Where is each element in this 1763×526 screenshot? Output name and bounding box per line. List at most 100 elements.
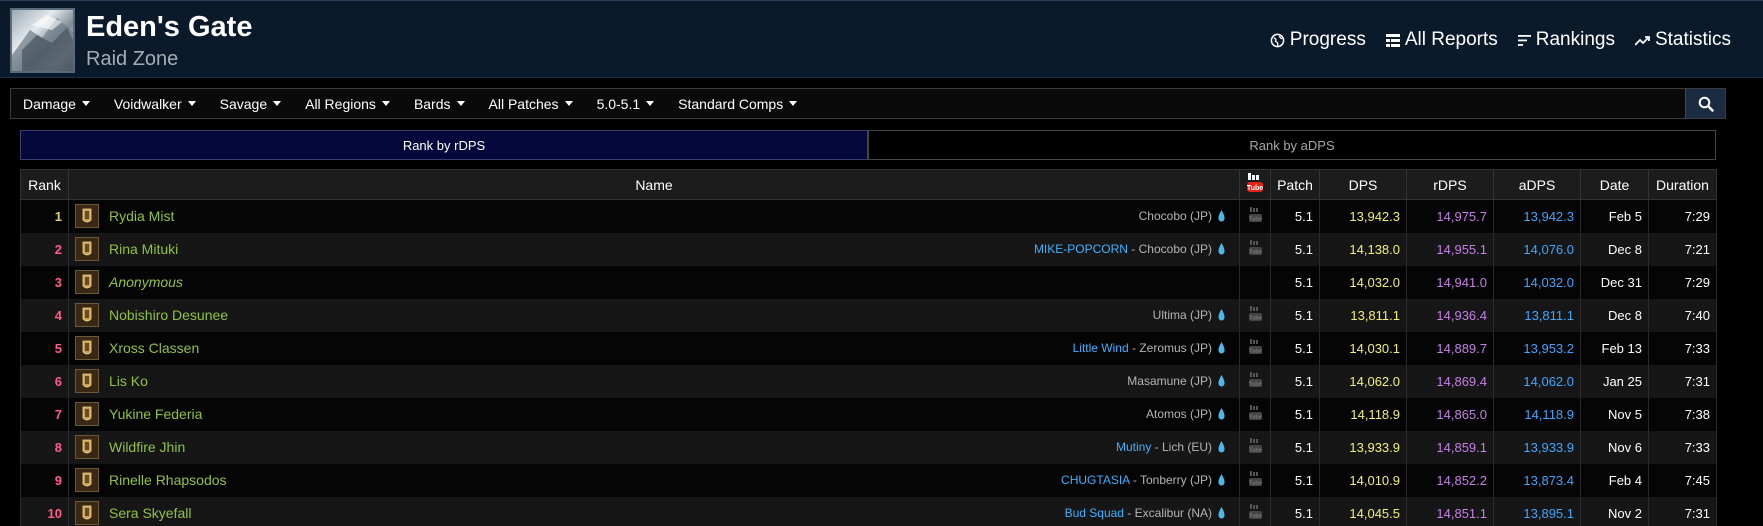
youtube-icon[interactable]: Tube — [1248, 206, 1262, 223]
rdps-cell: 14,869.4 — [1406, 364, 1494, 398]
fc-link[interactable]: Mutiny — [1116, 440, 1151, 454]
name-cell[interactable]: Wildfire Jhin Mutiny - Lich (EU) — [68, 430, 1240, 464]
fc-link[interactable]: MIKE-POPCORN — [1034, 242, 1128, 256]
player-name-link[interactable]: Wildfire Jhin — [109, 439, 185, 455]
table-row[interactable]: 8 Wildfire Jhin Mutiny - Lich (EU) Tube 5.1 1… — [20, 430, 1717, 464]
youtube-icon[interactable]: Tube — [1248, 305, 1262, 322]
chevron-down-icon — [81, 101, 90, 106]
adps-cell: 14,032.0 — [1493, 265, 1581, 299]
column-header-patch[interactable]: Patch — [1270, 169, 1320, 200]
top-nav: Progress All Reports Rankings Statistics — [1270, 29, 1731, 51]
fc-link[interactable]: Little Wind — [1073, 341, 1129, 355]
name-cell[interactable]: Xross Classen Little Wind - Zeromus (JP) — [68, 331, 1240, 365]
table-row[interactable]: 7 Yukine Federia Atomos (JP) Tube 5.1 14,118.… — [20, 397, 1717, 431]
name-cell[interactable]: Nobishiro Desunee Ultima (JP) — [68, 298, 1240, 332]
server-label: Excalibur (NA) — [1134, 506, 1212, 520]
duration-cell: 7:21 — [1648, 232, 1717, 266]
svg-text:Tube: Tube — [1249, 249, 1262, 255]
name-cell[interactable]: Yukine Federia Atomos (JP) — [68, 397, 1240, 431]
table-row[interactable]: 1 Rydia Mist Chocobo (JP) Tube 5.1 13,942.3 14… — [20, 199, 1717, 233]
dps-cell: 13,933.9 — [1319, 430, 1407, 464]
player-name-link[interactable]: Yukine Federia — [109, 406, 202, 422]
name-cell[interactable]: Rina Mituki MIKE-POPCORN - Chocobo (JP) — [68, 232, 1240, 266]
rank-cell: 4 — [20, 298, 69, 332]
search-button[interactable] — [1685, 89, 1725, 118]
filter-comps-dropdown[interactable]: Standard Comps — [666, 96, 809, 112]
filter-difficulty-dropdown[interactable]: Savage — [208, 96, 293, 112]
server-label: Tonberry (JP) — [1139, 473, 1212, 487]
dps-cell: 14,032.0 — [1319, 265, 1407, 299]
table-row[interactable]: 3 Anonymous 5.1 14,032.0 14,941.0 14,032.0 Dec… — [20, 265, 1717, 299]
youtube-icon[interactable]: Tube — [1248, 470, 1262, 487]
nav-all-reports-label: All Reports — [1404, 29, 1498, 50]
svg-text:Tube: Tube — [1249, 348, 1262, 354]
table-row[interactable]: 9 Rinelle Rhapsodos CHUGTASIA - Tonberry (… — [20, 463, 1717, 497]
tab-rank-by-adps[interactable]: Rank by aDPS — [868, 130, 1716, 160]
adps-cell: 14,076.0 — [1493, 232, 1581, 266]
filter-metric-dropdown[interactable]: Damage — [11, 96, 102, 112]
table-row[interactable]: 5 Xross Classen Little Wind - Zeromus (JP)… — [20, 331, 1717, 365]
column-header-dps[interactable]: DPS — [1319, 169, 1407, 200]
rdps-cell: 14,941.0 — [1406, 265, 1494, 299]
nav-statistics[interactable]: Statistics — [1634, 29, 1731, 51]
patch-cell: 5.1 — [1270, 430, 1320, 464]
table-row[interactable]: 2 Rina Mituki MIKE-POPCORN - Chocobo (JP) T… — [20, 232, 1717, 266]
table-row[interactable]: 4 Nobishiro Desunee Ultima (JP) Tube 5.1 13,8… — [20, 298, 1717, 332]
svg-text:Tube: Tube — [1247, 185, 1263, 192]
page-subtitle: Raid Zone — [86, 48, 179, 70]
nav-all-reports[interactable]: All Reports — [1385, 29, 1498, 51]
player-name-link[interactable]: Lis Ko — [109, 373, 148, 389]
server-info: CHUGTASIA - Tonberry (JP) — [1061, 473, 1225, 487]
filter-patches-dropdown[interactable]: All Patches — [477, 96, 585, 112]
youtube-icon[interactable]: Tube — [1248, 503, 1262, 520]
tab-rank-by-rdps[interactable]: Rank by rDPS — [20, 130, 868, 160]
youtube-icon[interactable]: Tube — [1248, 404, 1262, 421]
duration-cell: 7:33 — [1648, 331, 1717, 365]
name-cell[interactable]: Rydia Mist Chocobo (JP) — [68, 199, 1240, 233]
fc-link[interactable]: CHUGTASIA — [1061, 473, 1129, 487]
filter-encounter-dropdown[interactable]: Voidwalker — [102, 96, 208, 112]
table-row[interactable]: 10 Sera Skyefall Bud Squad - Excalibur (NA… — [20, 496, 1717, 526]
player-name-link[interactable]: Rinelle Rhapsodos — [109, 472, 227, 488]
youtube-icon[interactable]: Tube — [1248, 239, 1262, 256]
table-row[interactable]: 6 Lis Ko Masamune (JP) Tube 5.1 14,062.0 14,86… — [20, 364, 1717, 398]
fc-link[interactable]: Bud Squad — [1065, 506, 1124, 520]
server-label: Ultima (JP) — [1152, 308, 1212, 322]
player-name-link[interactable]: Sera Skyefall — [109, 505, 191, 521]
column-header-rdps[interactable]: rDPS — [1406, 169, 1494, 200]
player-name-link[interactable]: Xross Classen — [109, 340, 199, 356]
name-cell[interactable]: Sera Skyefall Bud Squad - Excalibur (NA) — [68, 496, 1240, 526]
filter-region-dropdown[interactable]: All Regions — [293, 96, 402, 112]
rank-cell: 5 — [20, 331, 69, 365]
player-name-link[interactable]: Nobishiro Desunee — [109, 307, 228, 323]
nav-rankings[interactable]: Rankings — [1517, 29, 1615, 51]
name-cell[interactable]: Rinelle Rhapsodos CHUGTASIA - Tonberry (J… — [68, 463, 1240, 497]
youtube-icon[interactable]: Tube — [1248, 338, 1262, 355]
svg-text:Tube: Tube — [1249, 381, 1262, 387]
nav-progress[interactable]: Progress — [1270, 29, 1366, 51]
column-header-date[interactable]: Date — [1580, 169, 1649, 200]
player-name-link[interactable]: Rydia Mist — [109, 208, 174, 224]
chart-line-icon — [1634, 35, 1650, 46]
youtube-icon[interactable]: Tube — [1248, 371, 1262, 388]
column-header-adps[interactable]: aDPS — [1493, 169, 1581, 200]
filter-class-dropdown[interactable]: Bards — [402, 96, 477, 112]
column-header-name[interactable]: Name — [68, 169, 1240, 200]
column-header-rank[interactable]: Rank — [20, 169, 69, 200]
filter-version-dropdown[interactable]: 5.0-5.1 — [585, 96, 667, 112]
column-header-duration[interactable]: Duration — [1648, 169, 1717, 200]
svg-text:Tube: Tube — [1249, 315, 1262, 321]
player-name-link[interactable]: Anonymous — [109, 274, 183, 290]
youtube-icon[interactable]: Tube — [1248, 437, 1262, 454]
bard-job-icon — [75, 402, 99, 426]
rdps-cell: 14,865.0 — [1406, 397, 1494, 431]
name-cell[interactable]: Anonymous — [68, 265, 1240, 299]
patch-cell: 5.1 — [1270, 199, 1320, 233]
filter-bar: Damage Voidwalker Savage All Regions Bar… — [10, 88, 1726, 119]
adps-cell: 13,942.3 — [1493, 199, 1581, 233]
patch-cell: 5.1 — [1270, 364, 1320, 398]
server-label: Chocobo (JP) — [1138, 242, 1212, 256]
server-info: Atomos (JP) — [1146, 407, 1225, 421]
player-name-link[interactable]: Rina Mituki — [109, 241, 178, 257]
name-cell[interactable]: Lis Ko Masamune (JP) — [68, 364, 1240, 398]
